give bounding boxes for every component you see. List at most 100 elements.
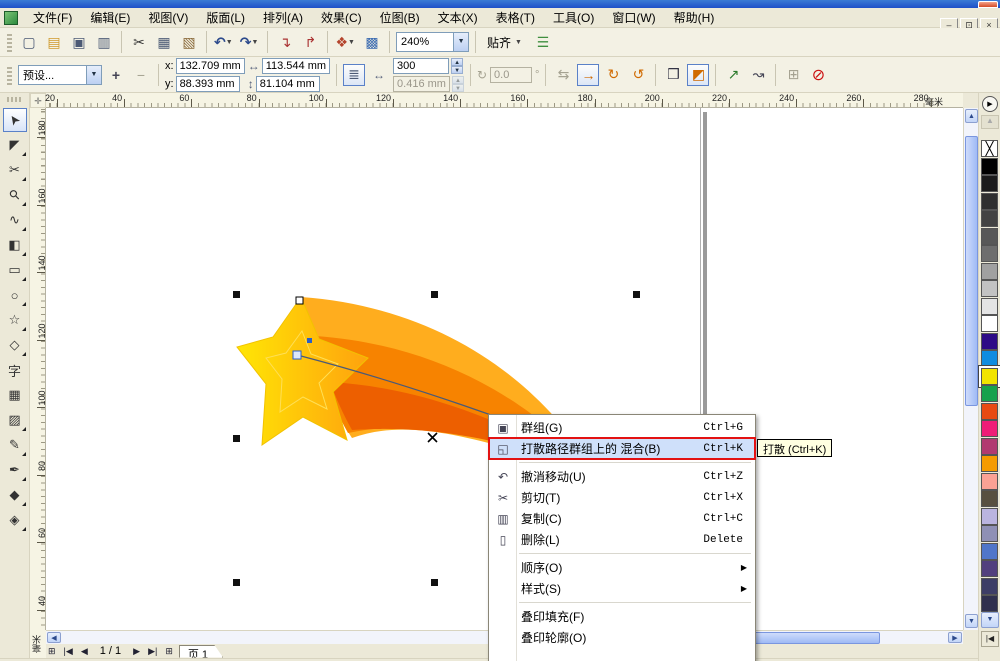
color-swatch-3[interactable] bbox=[981, 192, 998, 210]
smart-fill-tool[interactable]: ◧ bbox=[3, 233, 27, 257]
interactive-fill-tool[interactable]: ◈ bbox=[3, 508, 27, 532]
selection-handle-middle-left[interactable] bbox=[233, 435, 240, 442]
remove-preset-button[interactable]: − bbox=[130, 64, 152, 86]
zoom-level-value[interactable]: 240% bbox=[397, 36, 453, 48]
object-acceleration-button[interactable]: ❒ bbox=[662, 64, 684, 86]
color-swatch-14[interactable] bbox=[981, 385, 998, 402]
app-launcher-button[interactable]: ❖ ▼ bbox=[334, 31, 358, 53]
palette-scroll-up-button[interactable]: ▲ bbox=[981, 115, 999, 129]
color-swatch-5[interactable] bbox=[981, 227, 998, 245]
vertical-scroll-thumb[interactable] bbox=[965, 136, 978, 406]
context-menu-item-3[interactable]: ↶ 撤消移动(U) Ctrl+Z bbox=[489, 466, 755, 487]
ruler-origin[interactable]: ✛ bbox=[30, 93, 46, 108]
export-button[interactable]: ↱ bbox=[299, 31, 321, 53]
add-page-icon[interactable]: ⊞ bbox=[46, 646, 58, 657]
menu-item-3[interactable]: 版面(L) bbox=[197, 6, 254, 29]
color-swatch-none[interactable]: ╳ bbox=[981, 140, 998, 157]
context-menu-item-6[interactable]: ▯ 删除(L) Delete bbox=[489, 529, 755, 550]
previous-page-icon[interactable]: ◀ bbox=[79, 646, 90, 657]
blend-steps-toggle[interactable]: ≣ bbox=[343, 63, 366, 86]
ellipse-tool[interactable]: ○ bbox=[3, 283, 27, 307]
vertical-scrollbar[interactable]: ▲ ▼ bbox=[963, 108, 978, 630]
window-close-button[interactable] bbox=[978, 1, 998, 8]
counterclockwise-blend-button[interactable]: ↺ bbox=[627, 64, 649, 86]
undo-button[interactable]: ↶ ▼ bbox=[213, 31, 236, 53]
save-button[interactable]: ▣ bbox=[68, 31, 90, 53]
vertical-ruler[interactable]: 180 160 140 120 100 80 60 40 bbox=[30, 108, 47, 630]
blend-tool-flyout-icon[interactable] bbox=[21, 427, 26, 431]
blend-spacing-toggle[interactable]: ↔ bbox=[368, 64, 390, 86]
scroll-down-button[interactable]: ▼ bbox=[965, 614, 978, 628]
pick-tool[interactable]: ➤ bbox=[2, 108, 27, 132]
polygon-tool-flyout-icon[interactable] bbox=[21, 327, 26, 331]
width-field[interactable]: 113.544 mm bbox=[261, 57, 331, 74]
path-node-mid[interactable] bbox=[307, 338, 312, 343]
selection-handle-bottom-middle[interactable] bbox=[431, 579, 438, 586]
color-swatch-26[interactable] bbox=[981, 595, 998, 612]
cut-button[interactable]: ✂ bbox=[128, 31, 150, 53]
color-swatch-15[interactable] bbox=[981, 402, 998, 420]
height-field[interactable]: 81.104 mm bbox=[255, 75, 320, 92]
context-menu-item-8[interactable]: 顺序(O) ▶ bbox=[489, 557, 755, 578]
color-swatch-13[interactable] bbox=[979, 365, 1000, 387]
print-button[interactable]: ▥ bbox=[93, 31, 115, 53]
context-menu-item-1[interactable]: ◱ 打散路径群组上的 混合(B) Ctrl+K bbox=[488, 437, 756, 460]
x-position-field[interactable]: 132.709 mm bbox=[175, 57, 245, 74]
menu-item-4[interactable]: 排列(A) bbox=[254, 6, 312, 29]
toolbox-grip[interactable] bbox=[6, 97, 23, 102]
copy-blend-properties-button[interactable]: ⊞ bbox=[782, 64, 804, 86]
color-swatch-10[interactable] bbox=[981, 315, 998, 332]
crop-tool[interactable]: ✂ bbox=[3, 158, 27, 182]
scroll-right-button[interactable]: ▶ bbox=[948, 632, 962, 643]
basic-shapes-tool[interactable]: ◇ bbox=[3, 333, 27, 357]
misc-blend-button[interactable]: ⇆ bbox=[552, 64, 574, 86]
spinner-up-icon[interactable]: ▲ bbox=[451, 57, 464, 66]
path-node-anchor[interactable] bbox=[292, 350, 302, 360]
options-button[interactable]: ☰ bbox=[532, 31, 554, 53]
smart-fill-tool-flyout-icon[interactable] bbox=[21, 252, 26, 256]
selection-handle-top-left[interactable] bbox=[233, 291, 240, 298]
scroll-up-button[interactable]: ▲ bbox=[965, 109, 978, 123]
selection-handle-top-right[interactable] bbox=[633, 291, 640, 298]
horizontal-ruler[interactable]: 毫米 20 40 60 80 100 120 140 160 180 200 220 240 260 28… bbox=[45, 93, 963, 108]
zoom-combo-dropdown-icon[interactable]: ▼ bbox=[453, 33, 469, 51]
last-page-icon[interactable]: ▶| bbox=[146, 646, 159, 657]
selection-center-marker[interactable] bbox=[427, 432, 438, 443]
clear-blend-button[interactable]: ⊘ bbox=[807, 64, 829, 86]
first-page-icon[interactable]: |◀ bbox=[62, 646, 75, 657]
blend-steps-field[interactable]: 300 bbox=[393, 57, 450, 74]
context-menu-item-4[interactable]: ✂ 剪切(T) Ctrl+X bbox=[489, 487, 755, 508]
color-swatch-2[interactable] bbox=[981, 175, 998, 192]
preset-dropdown-icon[interactable]: ▼ bbox=[86, 65, 101, 84]
snap-button[interactable]: 贴齐 ▼ bbox=[482, 31, 529, 53]
context-menu-item-12[interactable]: 叠印轮廓(O) bbox=[489, 627, 755, 648]
color-swatch-11[interactable] bbox=[981, 332, 998, 350]
fill-tool-flyout-icon[interactable] bbox=[21, 502, 26, 506]
rectangle-tool[interactable]: ▭ bbox=[3, 258, 27, 282]
outline-pen-tool-flyout-icon[interactable] bbox=[21, 477, 26, 481]
palette-expand-button[interactable]: |◀ bbox=[981, 631, 999, 647]
color-swatch-12[interactable] bbox=[981, 350, 998, 367]
selection-handle-top-middle[interactable] bbox=[431, 291, 438, 298]
color-swatch-25[interactable] bbox=[981, 577, 998, 595]
polygon-tool[interactable]: ☆ bbox=[3, 308, 27, 332]
zoom-tool-flyout-icon[interactable] bbox=[21, 202, 26, 206]
steps-spinner[interactable]: ▲ ▼ bbox=[451, 57, 464, 74]
color-swatch-4[interactable] bbox=[981, 210, 998, 227]
add-preset-button[interactable]: + bbox=[105, 64, 127, 86]
new-button[interactable]: ▢ bbox=[18, 31, 40, 53]
zoom-tool[interactable]: ⚲ bbox=[3, 183, 27, 207]
color-acceleration-button[interactable]: ◩ bbox=[687, 63, 710, 86]
scroll-left-button[interactable]: ◀ bbox=[47, 632, 61, 643]
blend-tool[interactable]: ▨ bbox=[3, 408, 27, 432]
menu-item-9[interactable]: 工具(O) bbox=[544, 6, 603, 29]
path-node-start[interactable] bbox=[295, 296, 304, 305]
freehand-tool[interactable]: ∿ bbox=[3, 208, 27, 232]
menu-item-1[interactable]: 编辑(E) bbox=[81, 6, 139, 29]
redo-dropdown-icon[interactable]: ▼ bbox=[251, 39, 260, 46]
direct-blend-button[interactable]: → bbox=[577, 63, 600, 86]
color-swatch-24[interactable] bbox=[981, 560, 998, 577]
color-swatch-18[interactable] bbox=[981, 455, 998, 472]
spinner-down-icon[interactable]: ▼ bbox=[451, 65, 464, 74]
redo-button[interactable]: ↷ ▼ bbox=[239, 31, 262, 53]
